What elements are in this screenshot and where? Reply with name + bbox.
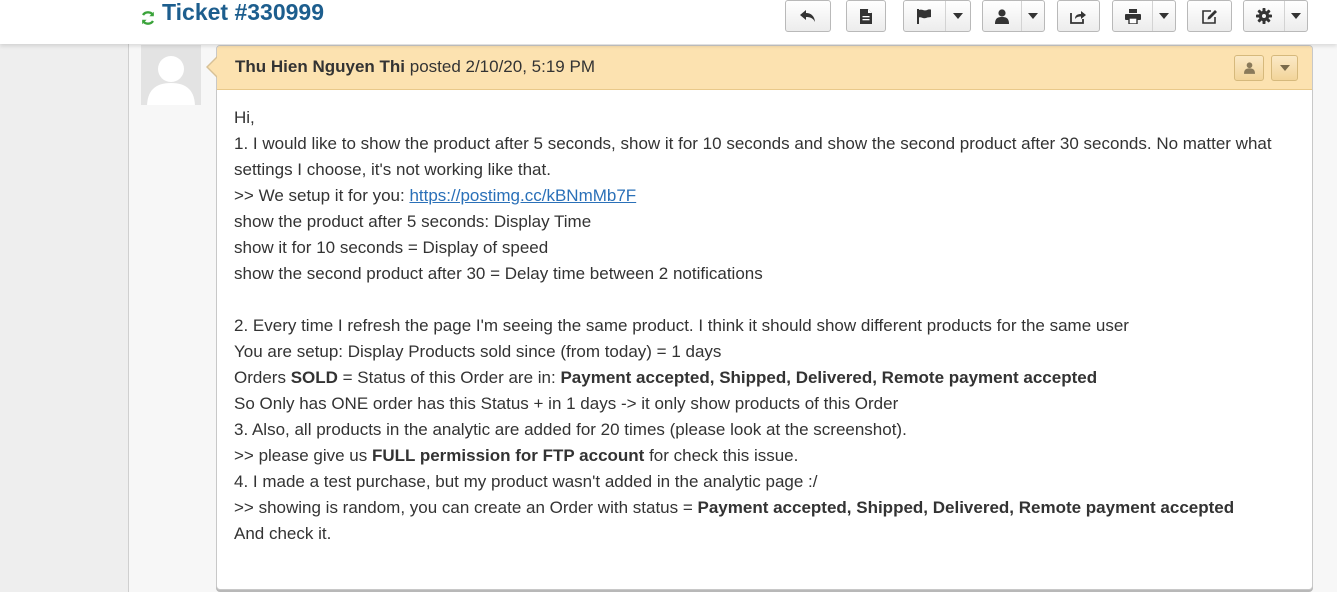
caret-down-icon bbox=[1028, 13, 1038, 19]
text-run: >> please give us bbox=[234, 446, 372, 465]
entry-options-button[interactable] bbox=[1271, 55, 1298, 81]
caret-down-icon bbox=[1279, 65, 1290, 71]
entry-user-button[interactable] bbox=[1234, 55, 1264, 81]
posted-timestamp: posted 2/10/20, 5:19 PM bbox=[409, 57, 595, 76]
poster-name: Thu Hien Nguyen Thi bbox=[235, 57, 405, 76]
thread-entry: Thu Hien Nguyen Thi posted 2/10/20, 5:19… bbox=[216, 45, 1313, 590]
message-line: show it for 10 seconds = Display of spee… bbox=[234, 238, 549, 257]
message-line: Orders SOLD = Status of this Order are i… bbox=[234, 365, 1304, 391]
share-icon bbox=[1070, 10, 1086, 24]
thread-entry-body: Hi, 1. I would like to show the product … bbox=[234, 105, 1304, 547]
text-run: Orders bbox=[234, 368, 291, 387]
entry-header-text: Thu Hien Nguyen Thi posted 2/10/20, 5:19… bbox=[235, 57, 595, 77]
message-line: Hi, bbox=[234, 108, 255, 127]
gear-icon bbox=[1256, 8, 1272, 24]
message-line: 1. I would like to show the product afte… bbox=[234, 134, 1272, 179]
postimg-link[interactable]: https://postimg.cc/kBNmMb7F bbox=[409, 186, 636, 205]
text-run: for check this issue. bbox=[644, 446, 799, 465]
bold-text: FULL permission for FTP account bbox=[371, 446, 645, 465]
edit-icon bbox=[1202, 9, 1217, 24]
ticket-title: Ticket #330999 bbox=[140, 0, 324, 26]
flag-icon bbox=[917, 8, 931, 24]
message-line: >> We setup it for you: https://postimg.… bbox=[234, 183, 1304, 209]
message-line: And check it. bbox=[234, 524, 332, 543]
note-icon bbox=[860, 8, 872, 24]
bold-text: SOLD bbox=[290, 368, 338, 387]
entry-pointer-inner bbox=[208, 57, 218, 77]
bold-text: Payment accepted, Shipped, Delivered, Re… bbox=[697, 498, 1235, 517]
message-line: >> please give us FULL permission for FT… bbox=[234, 443, 1304, 469]
caret-down-icon bbox=[1291, 13, 1301, 19]
message-line: 2. Every time I refresh the page I'm see… bbox=[234, 316, 1129, 335]
user-icon bbox=[995, 8, 1009, 24]
message-line: So Only has ONE order has this Status + … bbox=[234, 394, 899, 413]
user-icon bbox=[1243, 62, 1255, 74]
text-run: = Status of this Order are in: bbox=[337, 368, 561, 387]
avatar-placeholder-icon bbox=[141, 45, 201, 105]
caret-down-icon bbox=[1159, 13, 1169, 19]
text-run: >> showing is random, you can create an … bbox=[234, 498, 698, 517]
assign-dropdown-button[interactable] bbox=[982, 0, 1045, 32]
reply-prefix: >> We setup it for you: bbox=[234, 186, 410, 205]
ticket-number: Ticket #330999 bbox=[162, 0, 324, 25]
message-line: 4. I made a test purchase, but my produc… bbox=[234, 472, 818, 491]
print-dropdown-button[interactable] bbox=[1112, 0, 1176, 32]
message-line: >> showing is random, you can create an … bbox=[234, 495, 1304, 521]
reply-icon bbox=[800, 10, 815, 22]
post-note-button[interactable] bbox=[846, 0, 886, 32]
settings-dropdown-button[interactable] bbox=[1243, 0, 1308, 32]
edit-button[interactable] bbox=[1187, 0, 1232, 32]
message-line: You are setup: Display Products sold sin… bbox=[234, 342, 722, 361]
print-icon bbox=[1124, 8, 1141, 24]
message-line: show the product after 5 seconds: Displa… bbox=[234, 212, 592, 231]
avatar bbox=[141, 45, 201, 105]
transfer-button[interactable] bbox=[1057, 0, 1100, 32]
reply-button[interactable] bbox=[785, 0, 831, 32]
bold-text: Payment accepted, Shipped, Delivered, Re… bbox=[560, 368, 1098, 387]
refresh-icon[interactable] bbox=[140, 5, 156, 25]
flag-dropdown-button[interactable] bbox=[903, 0, 971, 32]
thread-entry-header: Thu Hien Nguyen Thi posted 2/10/20, 5:19… bbox=[217, 46, 1312, 90]
ticket-header-bar: Ticket #330999 bbox=[0, 0, 1337, 44]
caret-down-icon bbox=[953, 13, 963, 19]
message-line: show the second product after 30 = Delay… bbox=[234, 264, 763, 283]
message-line: 3. Also, all products in the analytic ar… bbox=[234, 420, 907, 439]
